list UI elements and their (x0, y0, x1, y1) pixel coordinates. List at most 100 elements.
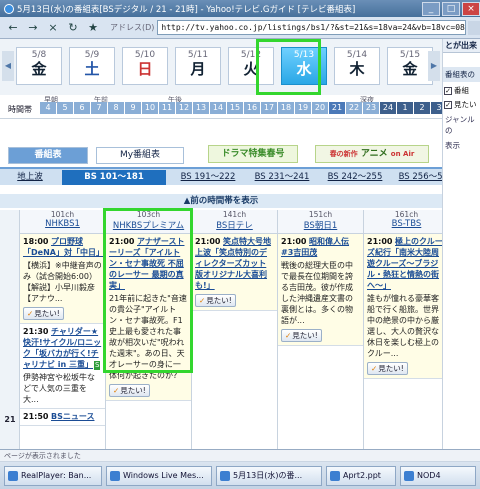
want-to-watch-button[interactable]: ✓見たい! (195, 294, 236, 307)
date-button-5-14[interactable]: 5/14 木 (334, 47, 380, 85)
program-time: 21:00 (195, 237, 221, 246)
channel-name-link[interactable]: BS日テレ (192, 219, 277, 231)
band-tab-0[interactable]: 地上波 (6, 170, 54, 185)
refresh-icon[interactable]: ↻ (64, 20, 82, 36)
channel-number: 161ch (394, 210, 419, 219)
address-input[interactable]: http://tv.yahoo.co.jp/listings/bs1/?&st=… (157, 20, 466, 35)
hour-button-8[interactable]: 8 (108, 102, 124, 114)
taskbar-item-label: 5月13日(水)の番... (233, 471, 303, 480)
browser-icon (4, 3, 14, 14)
hour-button-21[interactable]: 21 (329, 102, 345, 114)
hour-button-19[interactable]: 19 (295, 102, 311, 114)
taskbar-item[interactable]: Aprt2.ppt (326, 466, 396, 486)
hour-button-1[interactable]: 1 (397, 102, 413, 114)
channel-number: 151ch (308, 210, 333, 219)
date-button-5-8[interactable]: 5/8 金 (16, 47, 62, 85)
os-taskbar: ページが表示されました RealPlayer: Ban... Windows Li… (0, 449, 480, 489)
next-date-arrow-icon[interactable]: ▶ (428, 51, 440, 81)
hour-button-18[interactable]: 18 (278, 102, 294, 114)
window-titlebar: 5月13日(水)の番組表[BSデジタル / 21 - 21時] - Yahoo!… (0, 0, 480, 17)
maximize-button[interactable]: □ (442, 1, 460, 16)
anime-feature-banner[interactable]: 春の新作 アニメ on Air (315, 145, 429, 163)
want-to-watch-button[interactable]: ✓見たい! (367, 362, 408, 375)
date-button-5-9[interactable]: 5/9 土 (69, 47, 115, 85)
sidebar-section-title: 番組表の (443, 67, 480, 82)
band-tab-4[interactable]: BS 242〜255 (323, 170, 387, 185)
band-tabs: 地上波 BS 101〜181 BS 191〜222 BS 231〜241 BS 242〜… (0, 167, 442, 185)
channel-header: 161ch BS-TBS (364, 210, 442, 234)
date-button-5-10[interactable]: 5/10 日 (122, 47, 168, 85)
favorite-star-icon[interactable]: ★ (84, 20, 102, 36)
hour-button-4[interactable]: 4 (40, 102, 56, 114)
channel-name-link[interactable]: BS-TBS (364, 219, 442, 229)
band-tab-3[interactable]: BS 231〜241 (250, 170, 314, 185)
hour-button-20[interactable]: 20 (312, 102, 328, 114)
minimize-button[interactable]: _ (422, 1, 440, 16)
forward-arrow-icon[interactable]: → (24, 20, 42, 36)
hour-button-16[interactable]: 16 (244, 102, 260, 114)
sidebar-checkbox-1[interactable]: ✓ 番組 (444, 85, 479, 96)
tab-program-list[interactable]: 番組表 (8, 147, 88, 164)
hour-button-15[interactable]: 15 (227, 102, 243, 114)
address-dropdown-icon[interactable] (468, 20, 480, 35)
taskbar-item[interactable]: Windows Live Mes... (106, 466, 212, 486)
band-tab-1[interactable]: BS 101〜181 (62, 170, 166, 185)
channel-name-link[interactable]: NHKBS1 (20, 219, 105, 229)
check-icon: ✓ (27, 309, 34, 318)
hour-button-24[interactable]: 24 (380, 102, 396, 114)
want-to-watch-button[interactable]: ✓見たい! (23, 307, 64, 320)
program-time: 18:00 (23, 237, 49, 246)
sidebar-text-2: 表示 (445, 141, 460, 150)
program-cell: 18:00 プロ野球「DeNA」対「中日」 【横浜】※中継音声のみ（試合開始6:0… (20, 234, 105, 324)
weekday-label: 土 (84, 60, 100, 78)
program-title-link[interactable]: BSニュース (51, 412, 94, 421)
check-icon: ✓ (113, 386, 120, 395)
program-cell: 21:00 極上のクルーズ紀行「南米大陸周遊クルーズ〜ブラジル・熱狂と情熱の街へ… (364, 234, 442, 379)
hour-button-5[interactable]: 5 (57, 102, 73, 114)
want-to-watch-button[interactable]: ✓見たい! (281, 329, 322, 342)
want-to-watch-button[interactable]: ✓見たい! (109, 384, 150, 397)
prev-date-arrow-icon[interactable]: ◀ (2, 51, 14, 81)
hour-button-9[interactable]: 9 (125, 102, 141, 114)
hour-button-6[interactable]: 6 (74, 102, 90, 114)
hour-button-11[interactable]: 11 (159, 102, 175, 114)
time-selector: 時間帯 早朝 午前 午後 深夜 4 5 6 7 8 9 10 11 12 13 14 15 16 17 18… (0, 95, 442, 119)
highlight-box-program (103, 208, 193, 373)
show-previous-time-link[interactable]: ▲前の時間帯を表示 (0, 194, 442, 208)
hour-button-17[interactable]: 17 (261, 102, 277, 114)
hour-button-23[interactable]: 23 (363, 102, 379, 114)
channel-name-link[interactable]: BS朝日1 (278, 219, 363, 231)
tab-my-program-list[interactable]: My番組表 (96, 147, 184, 164)
hour-button-3[interactable]: 3 (431, 102, 442, 114)
taskbar-item[interactable]: 5月13日(水)の番... (216, 466, 322, 486)
checkbox-checked-icon[interactable]: ✓ (444, 100, 452, 109)
hour-button-10[interactable]: 10 (142, 102, 158, 114)
sidebar-text-1: ジャンルの (445, 115, 475, 135)
weekday-label: 金 (402, 60, 418, 78)
channel-header: 151ch BS朝日1 (278, 210, 363, 234)
channel-header: 141ch BS日テレ (192, 210, 277, 234)
hour-button-13[interactable]: 13 (193, 102, 209, 114)
hour-button-14[interactable]: 14 (210, 102, 226, 114)
hour-button-22[interactable]: 22 (346, 102, 362, 114)
stop-icon[interactable]: × (44, 20, 62, 36)
band-tab-5[interactable]: BS 256〜531 (396, 170, 442, 185)
check-icon: ✓ (371, 364, 378, 373)
back-arrow-icon[interactable]: ← (4, 20, 22, 36)
status-bar: ページが表示されました (0, 450, 480, 462)
date-button-5-11[interactable]: 5/11 月 (175, 47, 221, 85)
checkbox-checked-icon[interactable]: ✓ (444, 86, 452, 95)
sidebar-checkbox-label-1: 番組 (454, 86, 469, 95)
program-cell: 21:50 BSニュース (20, 409, 105, 426)
hour-button-7[interactable]: 7 (91, 102, 107, 114)
hour-button-2[interactable]: 2 (414, 102, 430, 114)
hour-button-12[interactable]: 12 (176, 102, 192, 114)
sidebar-checkbox-2[interactable]: ✓ 見たい (444, 99, 479, 110)
taskbar-item[interactable]: NOD4 (400, 466, 476, 486)
drama-feature-banner[interactable]: ドラマ特集春号 (208, 145, 298, 163)
program-heading: 21:00 笑点特大号地上波「笑点特別のディレクターズカット版オリジナル大喜利も… (195, 236, 274, 291)
close-button[interactable]: × (462, 1, 480, 16)
taskbar-item[interactable]: RealPlayer: Ban... (4, 466, 102, 486)
band-tab-2[interactable]: BS 191〜222 (176, 170, 240, 185)
date-button-5-15[interactable]: 5/15 金 (387, 47, 433, 85)
